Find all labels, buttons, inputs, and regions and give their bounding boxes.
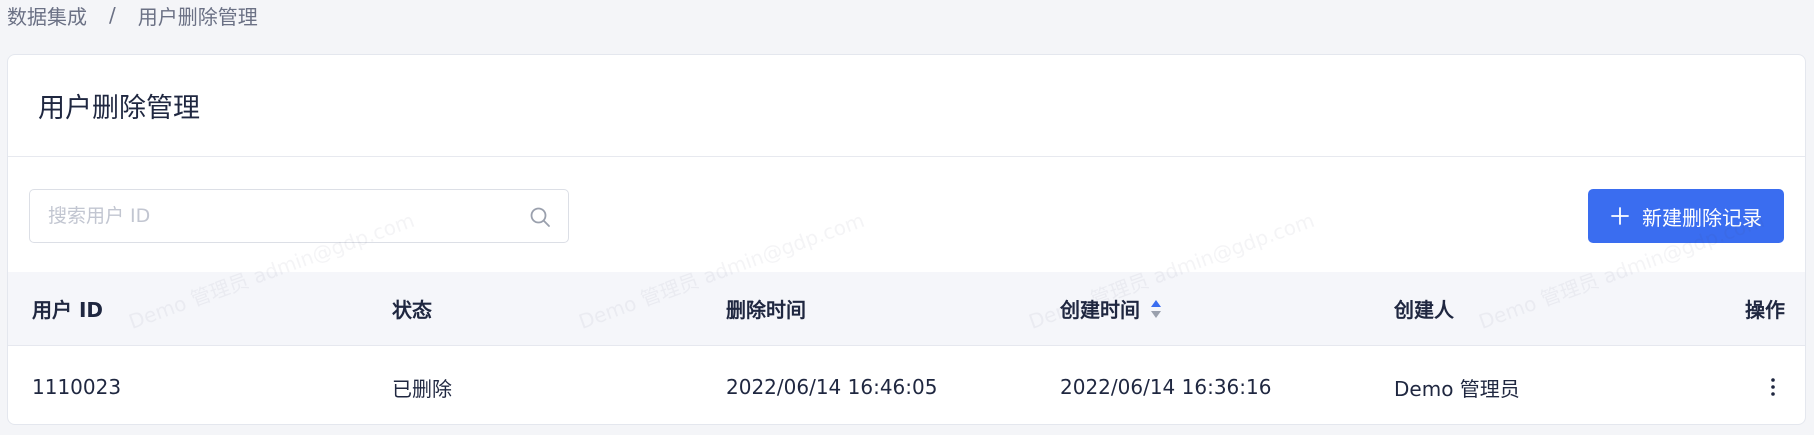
cell-creator: Demo 管理员 — [1394, 376, 1520, 401]
breadcrumb-parent[interactable]: 数据集成 — [7, 1, 87, 30]
cell-status: 已删除 — [392, 376, 452, 401]
column-header-deleted-at: 删除时间 — [726, 298, 806, 322]
plus-icon — [1611, 207, 1629, 225]
content-card: 用户删除管理 新建删除记录 用户 ID 状态 — [7, 54, 1806, 425]
records-table: 用户 ID 状态 删除时间 创建时间 创建人 操作 1110023 已删除 20… — [8, 272, 1805, 424]
search-icon[interactable] — [528, 205, 552, 229]
column-header-status: 状态 — [392, 298, 432, 322]
card-header: 用户删除管理 — [8, 55, 1805, 157]
cell-user-id: 1110023 — [32, 375, 122, 399]
breadcrumb-separator: / — [109, 3, 116, 27]
search-box — [29, 189, 569, 243]
new-delete-record-label: 新建删除记录 — [1642, 205, 1762, 230]
new-delete-record-button[interactable]: 新建删除记录 — [1588, 189, 1784, 243]
cell-created-at: 2022/06/14 16:36:16 — [1060, 375, 1272, 399]
row-actions — [1761, 346, 1785, 424]
page: 数据集成 / 用户删除管理 用户删除管理 新建删除记录 — [0, 0, 1814, 435]
column-header-created-at[interactable]: 创建时间 — [1060, 272, 1162, 345]
sort-icon[interactable] — [1150, 298, 1162, 320]
table-row[interactable]: 1110023 已删除 2022/06/14 16:46:05 2022/06/… — [8, 346, 1805, 424]
column-header-user-id: 用户 ID — [32, 298, 104, 322]
breadcrumb: 数据集成 / 用户删除管理 — [7, 0, 258, 30]
breadcrumb-current: 用户删除管理 — [137, 4, 258, 29]
page-title: 用户删除管理 — [38, 93, 200, 124]
more-vertical-icon[interactable] — [1761, 375, 1785, 399]
column-header-actions: 操作 — [1745, 298, 1785, 322]
toolbar: 新建删除记录 — [8, 157, 1805, 272]
column-header-created-at-label: 创建时间 — [1060, 298, 1140, 322]
column-header-creator: 创建人 — [1394, 298, 1454, 322]
search-input[interactable] — [30, 190, 500, 242]
table-header: 用户 ID 状态 删除时间 创建时间 创建人 操作 — [8, 272, 1805, 346]
cell-deleted-at: 2022/06/14 16:46:05 — [726, 375, 938, 399]
